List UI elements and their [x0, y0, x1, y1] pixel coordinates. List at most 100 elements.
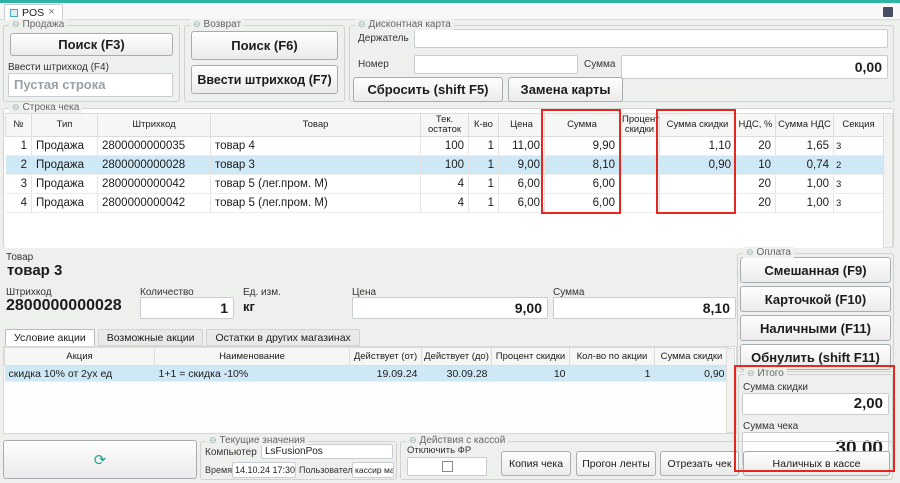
table-row[interactable]: 1Продажа2800000000035товар 4100111,009,9…: [6, 137, 884, 156]
pay-cash-button[interactable]: Наличными (F11): [740, 315, 891, 341]
collapse-icon[interactable]: ⊖: [209, 436, 217, 445]
collapse-icon[interactable]: ⊖: [193, 20, 201, 29]
window-restore-icon[interactable]: [883, 7, 893, 17]
collapse-icon[interactable]: ⊖: [409, 436, 417, 445]
user-field[interactable]: кассир маг 1: [352, 462, 394, 478]
table-cell[interactable]: 1+1 = скидка -10%: [155, 366, 350, 382]
collapse-icon[interactable]: ⊖: [747, 369, 755, 378]
col-header[interactable]: Сумма скидки: [655, 348, 729, 366]
cash-in-drawer-button[interactable]: Наличных в кассе: [743, 451, 890, 476]
card-number-field[interactable]: [414, 55, 578, 74]
tape-run-button[interactable]: Прогон ленты: [576, 451, 656, 476]
col-header[interactable]: Сумма НДС: [776, 114, 834, 137]
table-cell[interactable]: [620, 194, 660, 213]
card-replace-button[interactable]: Замена карты: [508, 77, 623, 102]
table-row[interactable]: скидка 10% от 2ух ед1+1 = скидка -10%19.…: [5, 366, 729, 382]
table-cell[interactable]: 11,00: [499, 137, 545, 156]
table-cell[interactable]: 20: [736, 194, 776, 213]
col-header[interactable]: Процент скидки: [492, 348, 570, 366]
price-field[interactable]: 9,00: [352, 297, 548, 319]
table-cell[interactable]: 20: [736, 175, 776, 194]
col-header[interactable]: Действует (от): [350, 348, 422, 366]
table-cell[interactable]: [620, 137, 660, 156]
sale-search-button[interactable]: Поиск (F3): [10, 33, 173, 56]
qty-field[interactable]: 1: [140, 297, 234, 319]
table-cell[interactable]: 6,00: [545, 194, 620, 213]
table-cell[interactable]: 1,10: [660, 137, 736, 156]
table-cell[interactable]: 4: [6, 194, 32, 213]
table-cell[interactable]: 10: [492, 366, 570, 382]
table-cell[interactable]: 6,00: [545, 175, 620, 194]
disable-fr-checkbox[interactable]: [442, 461, 453, 472]
col-header[interactable]: Сумма: [545, 114, 620, 137]
col-header[interactable]: Товар: [211, 114, 421, 137]
col-header[interactable]: Кол-во по акции: [570, 348, 655, 366]
tab-close-icon[interactable]: ×: [48, 7, 54, 18]
table-cell[interactable]: 6,00: [499, 175, 545, 194]
table-cell[interactable]: 10: [736, 156, 776, 175]
table-cell[interactable]: 1,00: [776, 194, 834, 213]
collapse-icon[interactable]: ⊖: [746, 248, 754, 257]
tab-promo-possible[interactable]: Возможные акции: [98, 329, 204, 346]
table-cell[interactable]: 1: [469, 137, 499, 156]
table-row[interactable]: 2Продажа2800000000028товар 310019,008,10…: [6, 156, 884, 175]
table-cell[interactable]: скидка 10% от 2ух ед: [5, 366, 155, 382]
table-row[interactable]: 4Продажа2800000000042товар 5 (лег.пром. …: [6, 194, 884, 213]
collapse-icon[interactable]: ⊖: [358, 20, 366, 29]
table-cell[interactable]: 0,90: [660, 156, 736, 175]
table-cell[interactable]: 4: [421, 194, 469, 213]
table-cell[interactable]: товар 4: [211, 137, 421, 156]
table-cell[interactable]: товар 5 (лег.пром. М): [211, 175, 421, 194]
receipt-vscrollbar[interactable]: [883, 113, 893, 248]
return-barcode-button[interactable]: Ввести штрихкод (F7): [191, 65, 338, 94]
card-reset-button[interactable]: Сбросить (shift F5): [353, 77, 503, 102]
receipt-copy-button[interactable]: Копия чека: [501, 451, 571, 476]
col-header[interactable]: №: [6, 114, 32, 137]
table-cell[interactable]: 4: [421, 175, 469, 194]
promo-vscrollbar[interactable]: [726, 348, 735, 433]
table-cell[interactable]: Продажа: [32, 194, 98, 213]
col-header[interactable]: Акция: [5, 348, 155, 366]
pay-card-button[interactable]: Карточкой (F10): [740, 286, 891, 312]
tab-other-stores-stock[interactable]: Остатки в других магазинах: [206, 329, 359, 346]
return-search-button[interactable]: Поиск (F6): [191, 31, 338, 60]
table-cell[interactable]: 30.09.28: [422, 366, 492, 382]
table-cell[interactable]: 1: [570, 366, 655, 382]
table-cell[interactable]: 3: [834, 175, 884, 194]
card-sum-field[interactable]: 0,00: [621, 55, 888, 79]
col-header[interactable]: К-во: [469, 114, 499, 137]
table-cell[interactable]: Продажа: [32, 156, 98, 175]
table-cell[interactable]: 19.09.24: [350, 366, 422, 382]
refresh-button[interactable]: ⟳: [3, 440, 197, 479]
tab-pos[interactable]: POS ×: [4, 4, 63, 20]
table-cell[interactable]: 8,10: [545, 156, 620, 175]
table-cell[interactable]: 2: [6, 156, 32, 175]
table-row[interactable]: 3Продажа2800000000042товар 5 (лег.пром. …: [6, 175, 884, 194]
table-cell[interactable]: 1: [6, 137, 32, 156]
col-header[interactable]: НДС, %: [736, 114, 776, 137]
table-cell[interactable]: Продажа: [32, 137, 98, 156]
table-cell[interactable]: 1,00: [776, 175, 834, 194]
holder-field[interactable]: [414, 29, 888, 48]
table-cell[interactable]: 1,65: [776, 137, 834, 156]
product-sum-field[interactable]: 8,10: [553, 297, 736, 319]
table-cell[interactable]: 1: [469, 156, 499, 175]
table-cell[interactable]: 3: [834, 194, 884, 213]
col-header[interactable]: Тип: [32, 114, 98, 137]
table-cell[interactable]: [660, 175, 736, 194]
table-cell[interactable]: 6,00: [499, 194, 545, 213]
table-cell[interactable]: 2800000000042: [98, 175, 211, 194]
table-cell[interactable]: [620, 175, 660, 194]
table-cell[interactable]: 2800000000028: [98, 156, 211, 175]
col-header[interactable]: Штрихкод: [98, 114, 211, 137]
table-cell[interactable]: товар 3: [211, 156, 421, 175]
table-cell[interactable]: 100: [421, 156, 469, 175]
collapse-icon[interactable]: ⊖: [12, 20, 20, 29]
table-cell[interactable]: 1: [469, 175, 499, 194]
table-cell[interactable]: 2800000000042: [98, 194, 211, 213]
col-header[interactable]: Тек. остаток: [421, 114, 469, 137]
table-cell[interactable]: 9,00: [499, 156, 545, 175]
table-cell[interactable]: 1: [469, 194, 499, 213]
computer-field[interactable]: LsFusionPos: [261, 444, 393, 459]
table-cell[interactable]: 0,90: [655, 366, 729, 382]
